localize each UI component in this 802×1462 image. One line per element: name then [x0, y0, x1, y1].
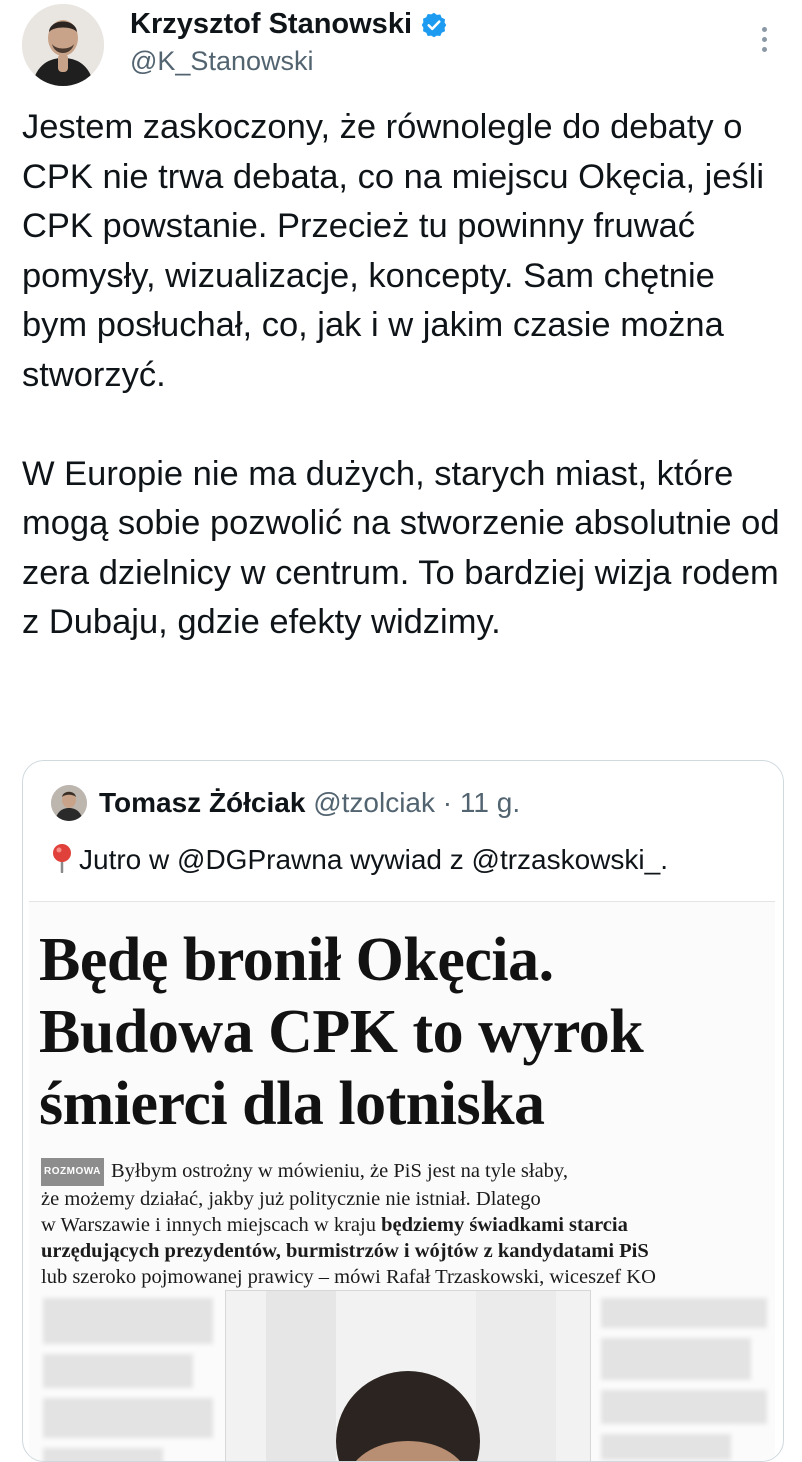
- author-name[interactable]: Krzysztof Stanowski: [130, 8, 412, 41]
- quoted-text-content: Jutro w @DGPrawna wywiad z @trzaskowski_…: [79, 844, 668, 875]
- headline-line: Budowa CPK to wyrok: [39, 998, 644, 1066]
- lead-line: Byłbym ostrożny w mówieniu, że PiS jest …: [110, 1160, 568, 1182]
- round-pushpin-icon: [51, 843, 73, 874]
- quoted-author-handle[interactable]: @tzolciak: [313, 787, 435, 818]
- lead-line: w Warszawie i innych miejscach w kraju: [41, 1214, 382, 1236]
- lead-line-bold: urzędujących prezydentów, burmistrzów i …: [41, 1240, 649, 1262]
- avatar-photo: [22, 4, 104, 86]
- headline-line: śmierci dla lotniska: [39, 1070, 545, 1138]
- meta-separator: ·: [442, 787, 453, 818]
- article-section-tag: ROZMOWA: [41, 1158, 104, 1186]
- article-lead: ROZMOWA Byłbym ostrożny w mówieniu, że P…: [41, 1158, 775, 1290]
- attached-article-image[interactable]: Będę bronił Okęcia. Budowa CPK to wyrok …: [29, 901, 775, 1461]
- headline-line: Będę bronił Okęcia.: [39, 926, 554, 994]
- article-headline: Będę bronił Okęcia. Budowa CPK to wyrok …: [39, 924, 775, 1140]
- lead-line: lub szeroko pojmowanej prawicy – mówi Ra…: [41, 1266, 656, 1288]
- quoted-avatar-photo: [51, 785, 87, 821]
- article-photo: [225, 1290, 591, 1461]
- tweet-paragraph: Jestem zaskoczony, że równolegle do deba…: [22, 108, 765, 394]
- more-vertical-icon[interactable]: [752, 22, 776, 62]
- tweet-text: Jestem zaskoczony, że równolegle do deba…: [22, 103, 782, 648]
- quoted-tweet-card[interactable]: Tomasz Żółciak @tzolciak · 11 g. Jutro w…: [22, 760, 784, 1462]
- blurred-text-column: [43, 1298, 213, 1461]
- lead-line: że możemy działać, jakby już politycznie…: [41, 1188, 541, 1210]
- lead-line-bold: będziemy świadkami starcia: [381, 1214, 628, 1236]
- quoted-author-name[interactable]: Tomasz Żółciak: [99, 787, 305, 818]
- verified-badge-icon: [420, 11, 448, 39]
- author-handle[interactable]: @K_Stanowski: [130, 46, 314, 77]
- author-avatar[interactable]: [22, 4, 104, 86]
- quoted-tweet-time[interactable]: 11 g.: [460, 787, 520, 818]
- author-name-row: Krzysztof Stanowski: [130, 8, 448, 41]
- quoted-tweet-text: Jutro w @DGPrawna wywiad z @trzaskowski_…: [51, 843, 668, 876]
- quoted-tweet-header: Tomasz Żółciak @tzolciak · 11 g.: [99, 787, 520, 819]
- quoted-author-avatar[interactable]: [51, 785, 87, 821]
- blurred-text-column: [601, 1298, 767, 1461]
- tweet-paragraph: W Europie nie ma dużych, starych miast, …: [22, 454, 780, 642]
